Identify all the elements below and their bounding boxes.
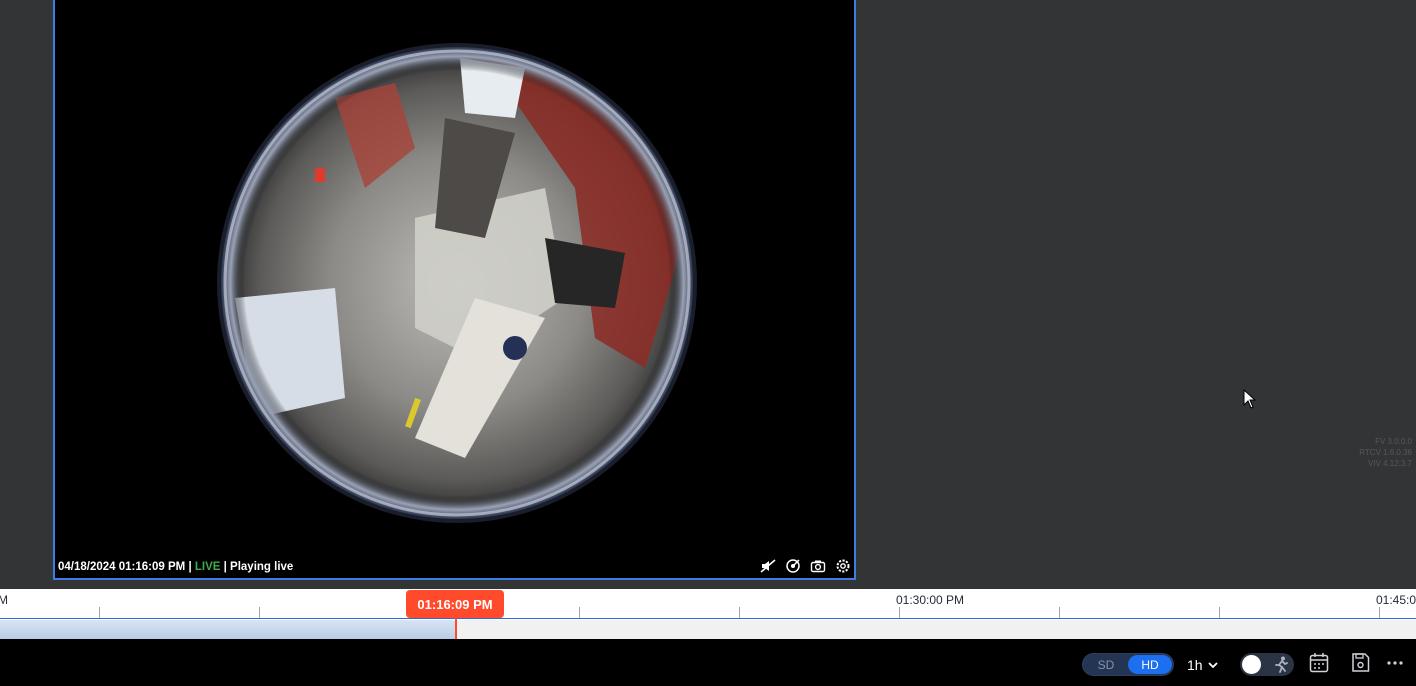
- mouse-cursor-icon: [1243, 389, 1257, 409]
- timeline-track[interactable]: [456, 620, 1416, 639]
- timeline-tick: [1379, 607, 1380, 618]
- playback-status: Playing live: [230, 561, 294, 573]
- timeline-tick: [259, 607, 260, 618]
- timeline-tick: [1059, 607, 1060, 618]
- more-icon[interactable]: [1387, 661, 1403, 665]
- playhead-time[interactable]: 01:16:09 PM: [406, 590, 504, 618]
- range-label: 1h: [1187, 656, 1203, 673]
- playback-timeline[interactable]: M 01:30:00 PM 01:45:0 01:16:09 PM: [0, 589, 1416, 639]
- bottom-toolbar: SD HD 1h: [0, 639, 1416, 686]
- live-label: LIVE: [194, 561, 221, 573]
- timeline-tick: [899, 607, 900, 618]
- tile-controls: [758, 556, 852, 575]
- calendar-icon[interactable]: [1309, 652, 1329, 673]
- range-dropdown[interactable]: 1h: [1187, 653, 1218, 676]
- timeline-label: 01:30:00 PM: [896, 593, 965, 607]
- video-timestamp: 04/18/2024 01:16:09 PM: [58, 561, 186, 573]
- timeline-label: 01:45:0: [1376, 593, 1416, 607]
- timeline-tick: [739, 607, 740, 618]
- timeline-label: M: [0, 593, 8, 607]
- camera-snapshot-icon[interactable]: [808, 556, 827, 575]
- toggle-knob: [1242, 655, 1261, 674]
- gear-icon[interactable]: [833, 556, 852, 575]
- playhead-line[interactable]: [455, 617, 457, 639]
- running-person-icon: [1275, 656, 1288, 673]
- separator: |: [223, 561, 227, 573]
- hd-option[interactable]: HD: [1128, 655, 1172, 674]
- chevron-down-icon: [1207, 661, 1218, 668]
- sd-option[interactable]: SD: [1084, 655, 1128, 674]
- video-status-overlay: 04/18/2024 01:16:09 PM | LIVE | Playing …: [58, 561, 293, 573]
- timeline-tick: [1219, 607, 1220, 618]
- version-info: FV 3.0.0.0 RTCV 1.6.0.36 VIV 4.12.3.7: [1359, 437, 1412, 468]
- camera-video-tile[interactable]: 04/18/2024 01:16:09 PM | LIVE | Playing …: [53, 0, 856, 580]
- timeline-ruler[interactable]: M 01:30:00 PM 01:45:0: [0, 589, 1416, 619]
- ptz-icon[interactable]: [783, 556, 802, 575]
- separator: |: [188, 561, 192, 573]
- motion-filter-toggle[interactable]: [1240, 653, 1294, 676]
- fisheye-camera-feed: [217, 43, 697, 523]
- save-clip-icon[interactable]: [1351, 652, 1370, 673]
- quality-toggle[interactable]: SD HD: [1082, 653, 1174, 676]
- timeline-tick: [99, 607, 100, 618]
- timeline-tick: [579, 607, 580, 618]
- recorded-footage-bar[interactable]: [0, 620, 456, 639]
- mute-icon[interactable]: [758, 556, 777, 575]
